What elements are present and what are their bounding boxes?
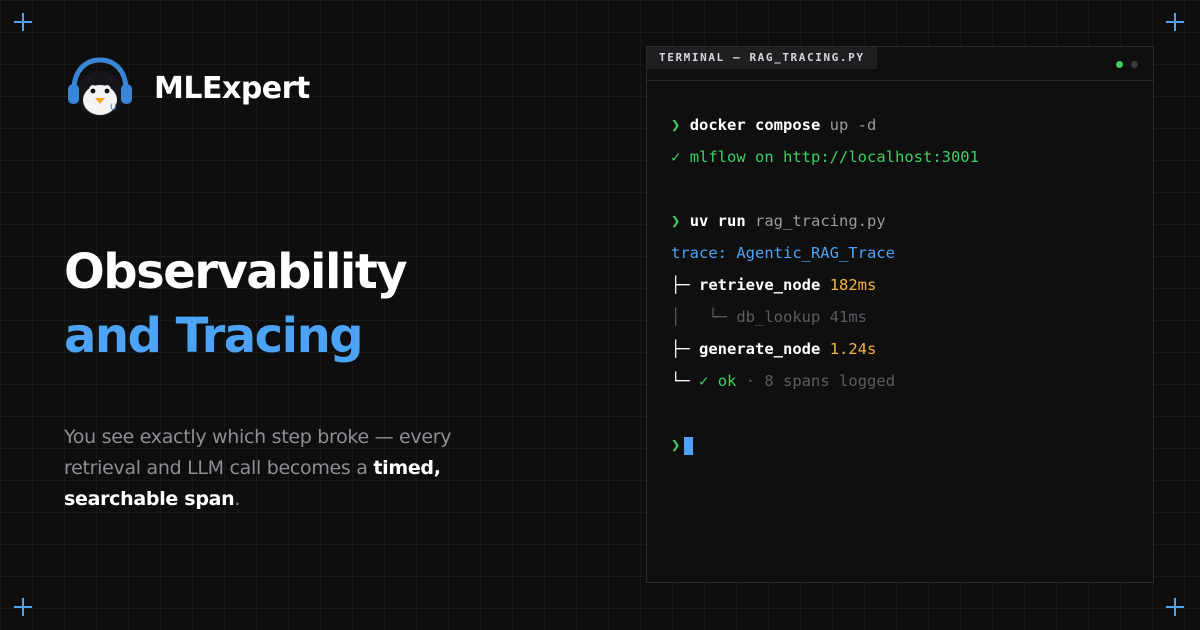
terminal-tab[interactable]: TERMINAL — RAG_TRACING.PY <box>647 47 877 69</box>
prompt-icon: ❯ <box>671 212 681 230</box>
span-name: generate_node <box>699 340 821 358</box>
prompt-icon: ❯ <box>671 116 681 134</box>
span-count: · 8 spans logged <box>745 372 896 390</box>
terminal-input-line[interactable]: ❯ <box>671 429 979 461</box>
command-bold: uv run <box>689 212 746 230</box>
brand-name: MLExpert <box>154 70 310 106</box>
terminal-output: ❯ docker compose up -d ✓ mlflow on http:… <box>671 109 979 461</box>
corner-crosshair <box>14 13 32 31</box>
command-args: rag_tracing.py <box>745 212 886 230</box>
check-icon: ✓ <box>671 148 681 166</box>
terminal-line: │ └─ db_lookup 41ms <box>671 301 979 333</box>
penguin-headphones-icon: U <box>64 56 136 120</box>
command-bold: docker compose <box>689 116 821 134</box>
terminal-window[interactable]: TERMINAL — RAG_TRACING.PY ❯ docker compo… <box>646 46 1154 583</box>
description: You see exactly which step broke — every… <box>64 422 484 515</box>
status-ok: ok <box>717 372 737 390</box>
span-child: db_lookup 41ms <box>736 308 867 326</box>
tree-branch: ├─ <box>671 340 690 358</box>
output-text: mlflow on http://localhost:3001 <box>689 148 979 166</box>
span-time: 1.24s <box>829 340 877 358</box>
status-dot-icon <box>1116 61 1123 68</box>
prompt-icon: ❯ <box>671 436 681 454</box>
status-dot-icon <box>1131 61 1138 68</box>
check-icon: ✓ <box>699 372 709 390</box>
tree-branch: └─ <box>671 372 690 390</box>
brand[interactable]: U MLExpert <box>64 56 310 120</box>
span-name: retrieve_node <box>699 276 821 294</box>
terminal-line: ❯ uv run rag_tracing.py <box>671 205 979 237</box>
terminal-line: └─ ✓ ok · 8 spans logged <box>671 365 979 397</box>
terminal-titlebar: TERMINAL — RAG_TRACING.PY <box>647 47 1153 81</box>
tree-branch: ├─ <box>671 276 690 294</box>
terminal-line: ✓ mlflow on http://localhost:3001 <box>671 141 979 173</box>
command-args: up -d <box>820 116 877 134</box>
cursor-icon <box>684 436 694 455</box>
span-time: 182ms <box>829 276 877 294</box>
description-end: . <box>234 488 241 510</box>
title-line-1: Observability <box>64 244 408 300</box>
tree-branch: │ └─ <box>671 308 727 326</box>
terminal-line: ├─ generate_node 1.24s <box>671 333 979 365</box>
title-line-2: and Tracing <box>64 308 364 364</box>
corner-crosshair <box>14 598 32 616</box>
corner-crosshair <box>1166 13 1184 31</box>
page-title: Observability and Tracing <box>64 240 408 368</box>
corner-crosshair <box>1166 598 1184 616</box>
terminal-line: trace: Agentic_RAG_Trace <box>671 244 895 262</box>
svg-text:U: U <box>110 103 117 113</box>
terminal-line: ├─ retrieve_node 182ms <box>671 269 979 301</box>
terminal-line: ❯ docker compose up -d <box>671 109 979 141</box>
